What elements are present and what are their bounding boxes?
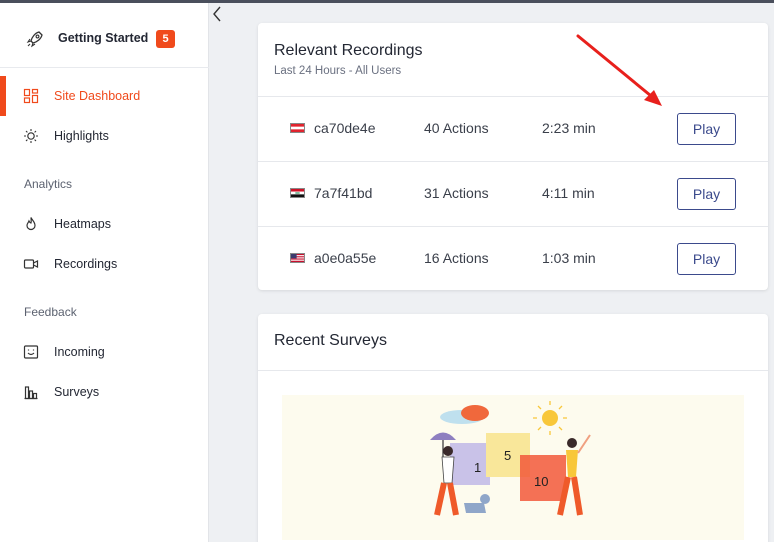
recording-actions: 16 Actions: [424, 250, 489, 266]
sun-icon: [24, 129, 38, 143]
illustration-number-5: 5: [504, 448, 511, 463]
card-title: Recent Surveys: [274, 332, 387, 349]
getting-started-item[interactable]: Getting Started 5: [0, 3, 209, 68]
sidebar-item-label: Heatmaps: [54, 217, 111, 231]
sidebar-item-highlights[interactable]: Highlights: [0, 116, 209, 156]
card-title: Relevant Recordings: [274, 42, 423, 59]
recording-row: a0e0a55e 16 Actions 1:03 min Play: [258, 227, 768, 292]
chevron-left-icon[interactable]: [210, 5, 224, 23]
play-button[interactable]: Play: [677, 178, 736, 210]
sidebar-item-label: Incoming: [54, 345, 105, 359]
getting-started-label: Getting Started: [58, 31, 149, 45]
video-camera-icon: [23, 259, 39, 269]
recording-row: ca70de4e 40 Actions 2:23 min Play: [258, 97, 768, 162]
sidebar-item-recordings[interactable]: Recordings: [0, 244, 209, 284]
active-indicator: [0, 76, 6, 116]
sidebar-item-site-dashboard[interactable]: Site Dashboard: [0, 76, 209, 116]
sidebar-item-heatmaps[interactable]: Heatmaps: [0, 204, 209, 244]
card-subtitle: Last 24 Hours - All Users: [274, 65, 402, 77]
sidebar-item-label: Surveys: [54, 385, 100, 399]
recording-duration: 2:23 min: [542, 120, 596, 136]
recent-surveys-card: Recent Surveys 1 5 10: [258, 314, 768, 542]
recording-id: 7a7f41bd: [314, 185, 373, 201]
illustration-number-10: 10: [534, 474, 548, 489]
recording-id: ca70de4e: [314, 120, 376, 136]
sidebar: Getting Started 5 Site Dashboard Highlig…: [0, 3, 209, 542]
sidebar-item-label: Site Dashboard: [54, 89, 141, 103]
recording-actions: 31 Actions: [424, 185, 489, 201]
smiley-inbox-icon: [23, 345, 39, 359]
iraq-flag-icon: [290, 188, 305, 198]
recording-actions: 40 Actions: [424, 120, 489, 136]
recording-row: 7a7f41bd 31 Actions 4:11 min Play: [258, 162, 768, 227]
play-button[interactable]: Play: [677, 243, 736, 275]
recording-id: a0e0a55e: [314, 250, 377, 266]
section-heading-analytics: Analytics: [24, 177, 73, 191]
illustration-number-1: 1: [474, 460, 481, 475]
divider: [258, 370, 768, 371]
dashboard-icon: [23, 88, 39, 104]
austria-flag-icon: [290, 123, 305, 133]
survey-illustration: 1 5 10: [282, 395, 744, 540]
bar-chart-icon: [24, 386, 38, 400]
relevant-recordings-card: Relevant Recordings Last 24 Hours - All …: [258, 23, 768, 290]
rocket-icon: [26, 31, 43, 48]
flame-icon: [26, 217, 36, 231]
recording-duration: 4:11 min: [542, 185, 595, 201]
sidebar-item-incoming[interactable]: Incoming: [0, 332, 209, 372]
sidebar-item-label: Recordings: [54, 257, 118, 271]
getting-started-badge: 5: [156, 30, 175, 48]
recording-duration: 1:03 min: [542, 250, 596, 266]
sidebar-item-surveys[interactable]: Surveys: [0, 372, 209, 412]
play-button[interactable]: Play: [677, 113, 736, 145]
section-heading-feedback: Feedback: [24, 305, 77, 319]
sidebar-item-label: Highlights: [54, 129, 109, 143]
us-flag-icon: [290, 253, 305, 263]
survey-illustration-art: 1 5 10: [430, 401, 591, 516]
